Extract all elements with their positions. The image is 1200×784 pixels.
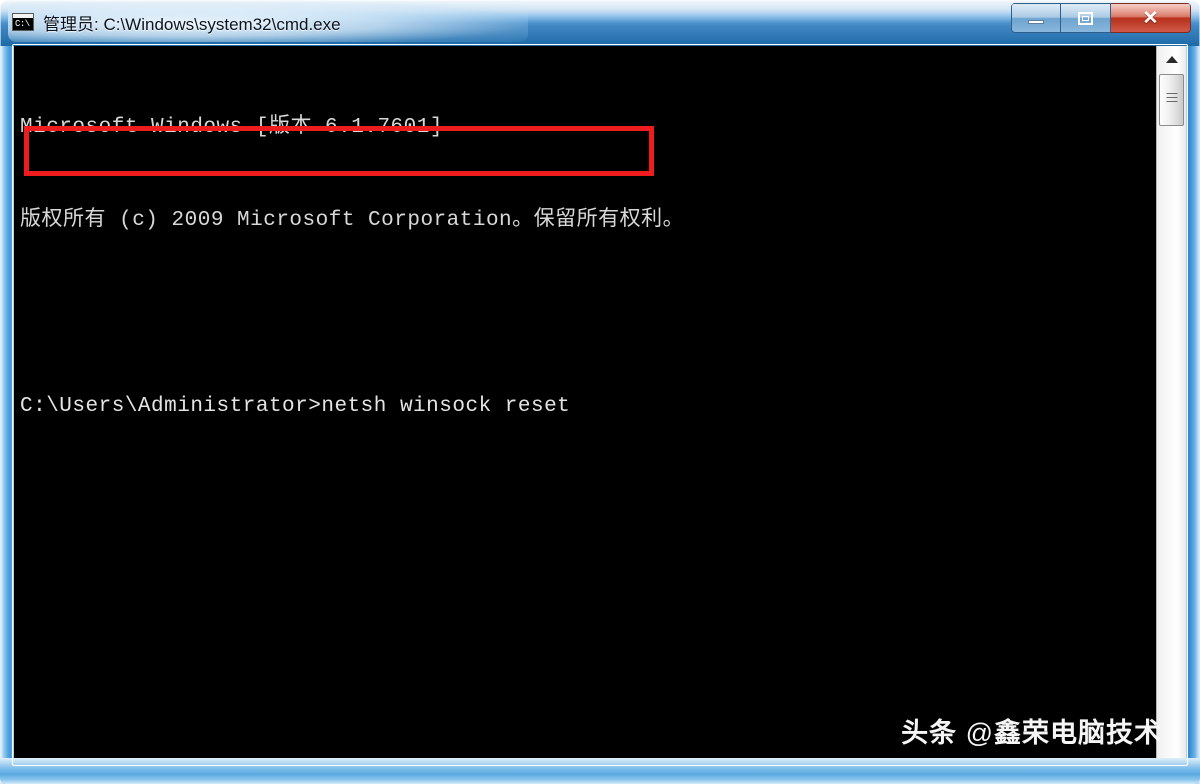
screen-root: C:\ 管理员: C:\Windows\system32\cmd.exe ✕ M…	[0, 0, 1200, 784]
console-output: Microsoft Windows [版本 6.1.7601] 版权所有 (c)…	[20, 50, 1140, 484]
chevron-up-icon	[1165, 55, 1178, 63]
window-border-left	[0, 46, 14, 784]
watermark-at-symbol: @	[965, 718, 994, 748]
console-command-line: C:\Users\Administrator>netsh winsock res…	[20, 395, 571, 418]
cmd-icon-titlestrip	[13, 14, 33, 18]
window-border-right	[1186, 46, 1200, 784]
cmd-window: C:\ 管理员: C:\Windows\system32\cmd.exe ✕ M…	[0, 0, 1200, 784]
window-title: 管理员: C:\Windows\system32\cmd.exe	[43, 14, 341, 34]
minimize-button[interactable]	[1011, 3, 1061, 33]
window-border-bottom	[0, 758, 1200, 784]
scroll-up-arrow-icon[interactable]	[1157, 46, 1186, 72]
watermark-platform: 头条	[901, 718, 958, 748]
console-client-area[interactable]: Microsoft Windows [版本 6.1.7601] 版权所有 (c)…	[14, 46, 1186, 758]
watermark-account: 鑫荣电脑技术	[994, 718, 1162, 748]
scrollbar-thumb-grip-icon	[1166, 93, 1177, 104]
restore-icon	[1078, 11, 1093, 25]
cmd-icon[interactable]: C:\	[12, 13, 34, 31]
restore-button[interactable]	[1061, 3, 1111, 33]
vertical-scrollbar[interactable]	[1156, 46, 1186, 758]
console-line: Microsoft Windows [版本 6.1.7601]	[20, 116, 443, 139]
close-button[interactable]: ✕	[1111, 3, 1191, 33]
close-icon: ✕	[1142, 7, 1159, 29]
console-line: 版权所有 (c) 2009 Microsoft Corporation。保留所有…	[20, 209, 685, 232]
cmd-icon-label: C:\	[15, 19, 30, 29]
watermark: 头条 @鑫荣电脑技术	[901, 711, 1162, 750]
minimize-button-sheen	[1012, 4, 1060, 17]
minimize-icon	[1028, 20, 1044, 24]
scrollbar-thumb[interactable]	[1159, 74, 1184, 126]
window-controls: ✕	[1011, 3, 1191, 33]
title-bar[interactable]: C:\ 管理员: C:\Windows\system32\cmd.exe ✕	[0, 0, 1200, 44]
